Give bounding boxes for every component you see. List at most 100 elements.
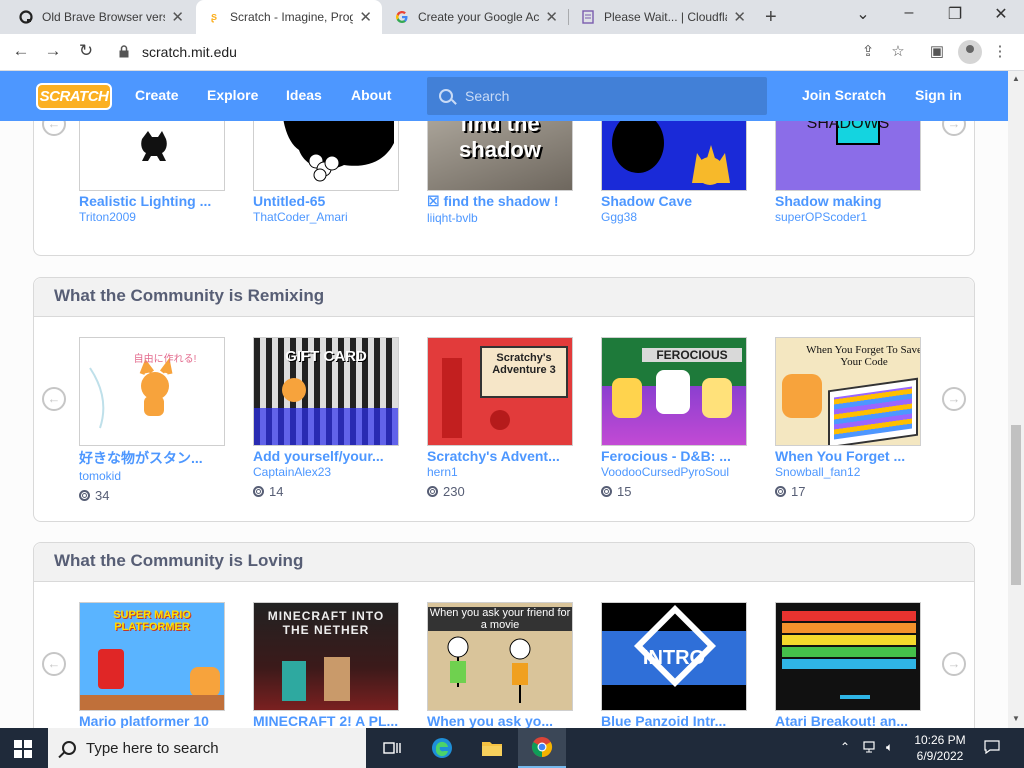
project-title[interactable]: Untitled-65 xyxy=(253,193,401,209)
tab-cloudflare[interactable]: Please Wait... | Cloudfla ✕ xyxy=(570,0,756,34)
chevron-down-icon[interactable]: ⌄ xyxy=(851,4,875,24)
scratch-logo[interactable]: SCRATCH xyxy=(36,83,112,110)
volume-icon[interactable]: 🔈︎ xyxy=(886,740,893,755)
project-title[interactable]: Shadow making xyxy=(775,193,923,209)
project-card[interactable]: MINECRAFT INTO THE NETHER MINECRAFT 2! A… xyxy=(253,602,401,728)
project-title[interactable]: MINECRAFT 2! A PL... xyxy=(253,713,401,728)
page-scrollbar[interactable]: ▲ ▼ xyxy=(1008,71,1024,728)
file-explorer-icon[interactable] xyxy=(468,728,516,768)
project-card[interactable]: FEROCIOUS Ferocious - D&B: ... VoodooCur… xyxy=(601,337,749,499)
close-icon[interactable]: ✕ xyxy=(359,8,372,26)
restore-icon[interactable]: ❐ xyxy=(943,4,967,24)
project-title[interactable]: ☒ find the shadow ! xyxy=(427,193,575,210)
project-author[interactable]: Ggg38 xyxy=(601,210,749,224)
project-title[interactable]: Scratchy's Advent... xyxy=(427,448,575,464)
nav-create[interactable]: Create xyxy=(135,87,179,103)
project-card[interactable]: Scratchy's Adventure 3 Scratchy's Advent… xyxy=(427,337,575,499)
scroll-down-icon[interactable]: ▼ xyxy=(1012,714,1020,723)
project-title[interactable]: Realistic Lighting ... xyxy=(79,193,227,209)
chrome-icon[interactable] xyxy=(518,728,566,768)
notification-icon[interactable] xyxy=(984,740,1000,757)
search-input[interactable]: Search xyxy=(427,77,767,115)
nav-explore[interactable]: Explore xyxy=(207,87,258,103)
scroll-up-icon[interactable]: ▲ xyxy=(1012,74,1020,83)
project-card[interactable]: Atari Breakout! an... xyxy=(775,602,923,728)
project-author[interactable]: Triton2009 xyxy=(79,210,227,224)
chevron-up-icon[interactable]: ⌃ xyxy=(840,740,850,754)
forward-icon[interactable]: → xyxy=(42,41,64,61)
project-author[interactable]: Snowball_fan12 xyxy=(775,465,923,479)
star-icon[interactable]: ☆ xyxy=(888,42,908,60)
task-view-icon[interactable] xyxy=(368,728,416,768)
arrow-right-icon[interactable]: → xyxy=(942,387,966,411)
close-window-icon[interactable]: ✕ xyxy=(989,4,1013,24)
remix-icon xyxy=(253,486,264,497)
project-thumbnail[interactable]: Scratchy's Adventure 3 xyxy=(427,337,573,446)
project-thumbnail[interactable]: FEROCIOUS xyxy=(601,337,747,446)
close-icon[interactable]: ✕ xyxy=(171,8,184,26)
arrow-left-icon[interactable]: ← xyxy=(42,387,66,411)
close-icon[interactable]: ✕ xyxy=(545,8,558,26)
project-card[interactable]: GIFT CARD Add yourself/your... CaptainAl… xyxy=(253,337,401,499)
project-author[interactable]: hern1 xyxy=(427,465,575,479)
windows-start-icon[interactable] xyxy=(14,740,32,758)
network-icon[interactable] xyxy=(863,740,879,757)
project-title[interactable]: When you ask yo... xyxy=(427,713,575,728)
project-author[interactable]: ThatCoder_Amari xyxy=(253,210,401,224)
project-title[interactable]: When You Forget ... xyxy=(775,448,923,464)
scrollbar-thumb[interactable] xyxy=(1011,425,1021,585)
menu-icon[interactable]: ⋮ xyxy=(990,42,1010,60)
tab-title: Scratch - Imagine, Prog xyxy=(230,10,354,24)
new-tab-button[interactable]: + xyxy=(765,6,777,29)
project-title[interactable]: Add yourself/your... xyxy=(253,448,401,464)
tab-google[interactable]: Create your Google Ac ✕ xyxy=(384,0,568,34)
project-card[interactable]: When you ask your friend for a movie Whe… xyxy=(427,602,575,728)
sidebar-icon[interactable]: ▣ xyxy=(927,42,947,60)
project-title[interactable]: Ferocious - D&B: ... xyxy=(601,448,749,464)
project-title[interactable]: Blue Panzoid Intr... xyxy=(601,713,749,728)
share-icon[interactable]: ⇪ xyxy=(858,42,878,60)
taskbar-search-input[interactable]: Type here to search xyxy=(48,728,366,768)
project-author[interactable]: tomokid xyxy=(79,469,227,483)
project-thumbnail[interactable]: MINECRAFT INTO THE NETHER xyxy=(253,602,399,711)
project-thumbnail[interactable]: When you ask your friend for a movie xyxy=(427,602,573,711)
project-author[interactable]: VoodooCursedPyroSoul xyxy=(601,465,749,479)
join-scratch-link[interactable]: Join Scratch xyxy=(802,87,886,103)
project-title[interactable]: Atari Breakout! an... xyxy=(775,713,923,728)
project-card[interactable]: INTRO Blue Panzoid Intr... xyxy=(601,602,749,728)
project-thumbnail[interactable]: INTRO xyxy=(601,602,747,711)
nav-ideas[interactable]: Ideas xyxy=(286,87,322,103)
arrow-left-icon[interactable]: ← xyxy=(42,652,66,676)
nav-about[interactable]: About xyxy=(351,87,391,103)
project-thumbnail[interactable]: 自由に作れる! xyxy=(79,337,225,446)
minimize-icon[interactable]: – xyxy=(897,4,921,22)
tab-brave[interactable]: Old Brave Browser vers ✕ xyxy=(8,0,194,34)
project-thumbnail[interactable]: When You Forget To Save Your Code xyxy=(775,337,921,446)
project-thumbnail[interactable] xyxy=(775,602,921,711)
project-card[interactable]: 自由に作れる! 好きな物がスタン... tomokid 34 xyxy=(79,337,227,503)
project-card[interactable]: SUPER MARIO PLATFORMER Mario platformer … xyxy=(79,602,227,728)
remix-icon xyxy=(601,486,612,497)
project-card[interactable]: When You Forget To Save Your Code When Y… xyxy=(775,337,923,499)
tab-title: Old Brave Browser vers xyxy=(42,10,166,24)
sign-in-link[interactable]: Sign in xyxy=(915,87,962,103)
project-title[interactable]: 好きな物がスタン... xyxy=(79,448,227,468)
project-thumbnail[interactable]: SUPER MARIO PLATFORMER xyxy=(79,602,225,711)
arrow-right-icon[interactable]: → xyxy=(942,652,966,676)
tab-scratch[interactable]: ʂ Scratch - Imagine, Prog ✕ xyxy=(196,0,382,34)
project-author[interactable]: superOPScoder1 xyxy=(775,210,923,224)
project-author[interactable]: CaptainAlex23 xyxy=(253,465,401,479)
project-author[interactable]: liiqht-bvlb xyxy=(427,211,575,225)
close-icon[interactable]: ✕ xyxy=(733,8,746,26)
project-title[interactable]: Shadow Cave xyxy=(601,193,749,209)
reload-icon[interactable]: ↻ xyxy=(75,41,97,61)
address-bar[interactable]: scratch.mit.edu xyxy=(110,38,910,66)
edge-icon[interactable] xyxy=(418,728,466,768)
project-thumbnail[interactable]: GIFT CARD xyxy=(253,337,399,446)
taskbar-clock[interactable]: 10:26 PM 6/9/2022 xyxy=(900,732,980,764)
profile-avatar[interactable] xyxy=(958,40,982,64)
thumbnail-caption: GIFT CARD xyxy=(285,348,367,365)
project-title[interactable]: Mario platformer 10 xyxy=(79,713,227,728)
thumbnail-caption: MINECRAFT INTO THE NETHER xyxy=(267,609,385,637)
back-icon[interactable]: ← xyxy=(10,41,32,61)
